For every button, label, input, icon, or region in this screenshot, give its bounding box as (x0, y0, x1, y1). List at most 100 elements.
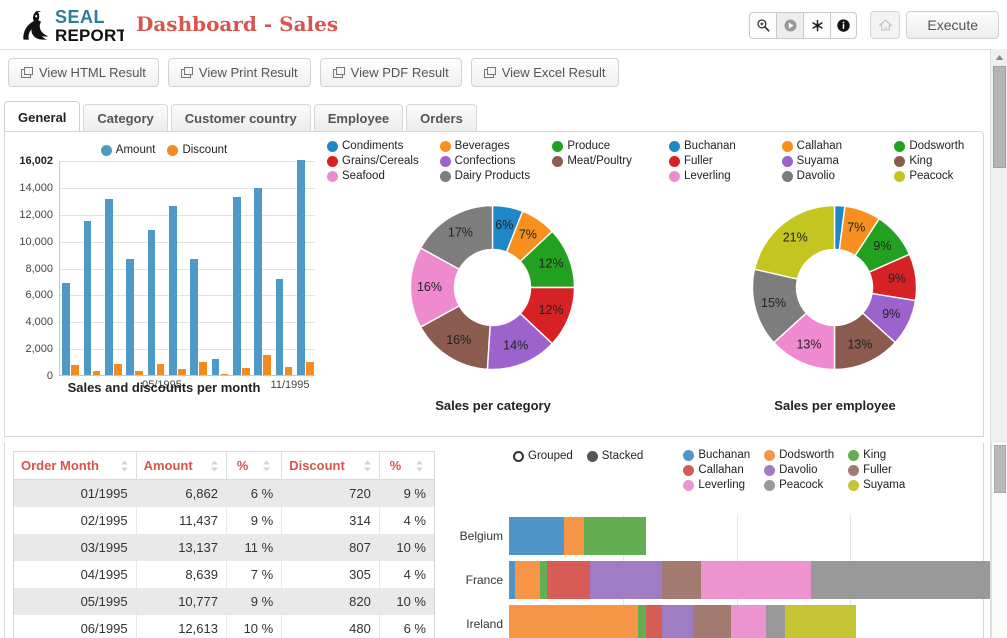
bar-discount-04-1995[interactable] (135, 371, 143, 375)
bar-amount-08-1995[interactable] (212, 359, 220, 375)
table-header-discount-3[interactable]: Discount (282, 452, 380, 480)
table-row[interactable]: 04/19958,6397 %3054 % (14, 561, 434, 588)
legend-item-king[interactable]: King (848, 449, 905, 461)
stack-segment-davolio[interactable] (590, 561, 662, 599)
bar-discount-02-1995[interactable] (93, 371, 101, 375)
bar-amount-06-1995[interactable] (169, 206, 177, 375)
legend-item-seafood[interactable]: Seafood (327, 170, 434, 182)
stack-segment-king[interactable] (638, 605, 646, 638)
view-pdf-result-button[interactable]: View PDF Result (320, 58, 462, 87)
table-row[interactable]: 01/19956,8626 %7209 % (14, 480, 434, 507)
bar-discount-10-1995[interactable] (263, 355, 271, 375)
legend-item-condiments[interactable]: Condiments (327, 140, 434, 152)
stack-segment-callahan[interactable] (646, 605, 662, 638)
details-vertical-scrollbar[interactable] (991, 443, 1007, 638)
stack-segment-buchanan[interactable] (509, 517, 564, 555)
legend-item-buchanan[interactable]: Buchanan (669, 140, 776, 152)
legend-item-confections[interactable]: Confections (440, 155, 547, 167)
legend-item-dodsworth[interactable]: Dodsworth (894, 140, 1001, 152)
stack-segment-davolio[interactable] (662, 605, 693, 638)
bar-amount-05-1995[interactable] (148, 230, 156, 375)
bar-amount-09-1995[interactable] (233, 197, 241, 375)
stack-segment-dodsworth[interactable] (515, 561, 540, 599)
tab-category[interactable]: Category (83, 104, 167, 132)
legend-item-dairy-products[interactable]: Dairy Products (440, 170, 547, 182)
execute-button[interactable]: Execute (906, 11, 999, 39)
legend-item-meat-poultry[interactable]: Meat/Poultry (552, 155, 659, 167)
scroll-up-arrow-icon[interactable] (991, 49, 1007, 65)
legend-item-produce[interactable]: Produce (552, 140, 659, 152)
view-html-result-button[interactable]: View HTML Result (8, 58, 159, 87)
table-row[interactable]: 02/199511,4379 %3144 % (14, 507, 434, 534)
legend-item-fuller[interactable]: Fuller (848, 464, 905, 476)
legend-item-buchanan[interactable]: Buchanan (683, 449, 750, 461)
table-row[interactable]: 06/199512,61310 %4806 % (14, 615, 434, 638)
legend-item-discount[interactable]: Discount (167, 144, 227, 156)
stack-segment-leverling[interactable] (701, 561, 811, 599)
legend-item-grains-cereals[interactable]: Grains/Cereals (327, 155, 434, 167)
chart-mode-grouped[interactable]: Grouped (513, 450, 573, 462)
legend-item-peacock[interactable]: Peacock (764, 479, 834, 491)
legend-item-suyama[interactable]: Suyama (848, 479, 905, 491)
table-header-amount-1[interactable]: Amount (137, 452, 227, 480)
stack-segment-fuller[interactable] (693, 605, 731, 638)
stack-segment-dodsworth[interactable] (564, 517, 584, 555)
settings-icon-button[interactable] (803, 12, 830, 39)
stack-segment-dodsworth[interactable] (509, 605, 638, 638)
tab-orders[interactable]: Orders (406, 104, 477, 132)
stack-segment-peacock[interactable] (811, 561, 1007, 599)
legend-item-suyama[interactable]: Suyama (782, 155, 889, 167)
table-header---2[interactable]: % (227, 452, 282, 480)
bar-discount-06-1995[interactable] (178, 369, 186, 375)
bar-discount-12-1995[interactable] (306, 362, 314, 375)
stack-segment-peacock[interactable] (766, 605, 785, 638)
chart-mode-stacked[interactable]: Stacked (587, 450, 644, 462)
tab-customer-country[interactable]: Customer country (171, 104, 311, 132)
scroll-thumb[interactable] (993, 66, 1006, 168)
bar-amount-10-1995[interactable] (254, 188, 262, 375)
details-scroll-thumb[interactable] (994, 445, 1006, 493)
legend-item-peacock[interactable]: Peacock (894, 170, 1001, 182)
bar-amount-12-1995[interactable] (297, 160, 305, 375)
bar-discount-11-1995[interactable] (285, 367, 293, 375)
table-header-order-month-0[interactable]: Order Month (14, 452, 137, 480)
tab-general[interactable]: General (4, 101, 80, 132)
bar-discount-01-1995[interactable] (71, 365, 79, 375)
bar-discount-07-1995[interactable] (199, 362, 207, 375)
bar-discount-05-1995[interactable] (157, 364, 165, 375)
table-row[interactable]: 03/199513,13711 %80710 % (14, 534, 434, 561)
bar-amount-03-1995[interactable] (105, 199, 113, 376)
run-icon-button[interactable] (776, 12, 803, 39)
table-header---4[interactable]: % (380, 452, 434, 480)
bar-amount-07-1995[interactable] (190, 259, 198, 375)
legend-item-leverling[interactable]: Leverling (669, 170, 776, 182)
legend-item-leverling[interactable]: Leverling (683, 479, 750, 491)
legend-item-callahan[interactable]: Callahan (782, 140, 889, 152)
legend-item-fuller[interactable]: Fuller (669, 155, 776, 167)
view-print-result-button[interactable]: View Print Result (168, 58, 311, 87)
legend-item-dodsworth[interactable]: Dodsworth (764, 449, 834, 461)
table-row[interactable]: 05/199510,7779 %82010 % (14, 588, 434, 615)
bar-amount-02-1995[interactable] (84, 221, 92, 375)
zoom-icon-button[interactable] (749, 12, 776, 39)
stack-segment-suyama[interactable] (785, 605, 856, 638)
bar-discount-08-1995[interactable] (221, 374, 229, 375)
legend-item-beverages[interactable]: Beverages (440, 140, 547, 152)
bar-amount-04-1995[interactable] (126, 259, 134, 375)
stack-segment-leverling[interactable] (731, 605, 766, 638)
stack-segment-king[interactable] (584, 517, 647, 555)
tab-employee[interactable]: Employee (314, 104, 403, 132)
legend-item-davolio[interactable]: Davolio (764, 464, 834, 476)
legend-item-callahan[interactable]: Callahan (683, 464, 750, 476)
view-excel-result-button[interactable]: View Excel Result (471, 58, 619, 87)
bar-amount-01-1995[interactable] (62, 283, 70, 375)
bar-discount-03-1995[interactable] (114, 364, 122, 375)
stack-segment-callahan[interactable] (547, 561, 590, 599)
legend-item-king[interactable]: King (894, 155, 1001, 167)
legend-item-davolio[interactable]: Davolio (782, 170, 889, 182)
bar-amount-11-1995[interactable] (276, 279, 284, 375)
stack-segment-fuller[interactable] (662, 561, 701, 599)
bar-discount-09-1995[interactable] (242, 368, 250, 375)
info-icon-button[interactable] (830, 12, 857, 39)
home-button[interactable] (870, 11, 900, 39)
